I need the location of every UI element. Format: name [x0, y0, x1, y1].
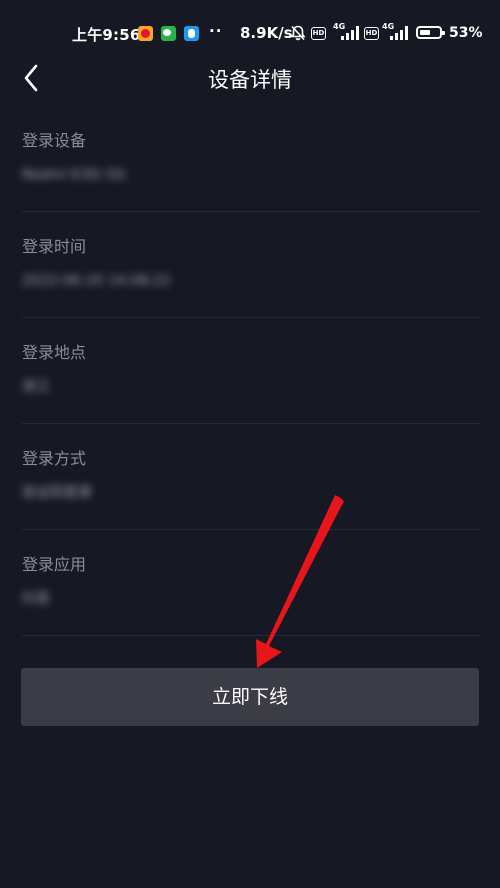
login-location-row: 登录地点 浙江	[22, 342, 480, 448]
login-method-value: 验证码登录	[22, 485, 92, 501]
divider	[22, 211, 480, 212]
divider	[22, 423, 480, 424]
battery-percent: 53%	[449, 25, 483, 41]
hd-voice-icon: HD	[311, 27, 326, 40]
login-location-value: 浙江	[22, 379, 50, 395]
divider	[22, 635, 480, 636]
signal-strength-icon	[390, 26, 408, 40]
login-app-value: 抖音	[22, 591, 50, 607]
login-time-row: 登录时间 2022-06-20 14:08:22	[22, 236, 480, 342]
divider	[22, 529, 480, 530]
login-app-label: 登录应用	[22, 555, 87, 574]
battery-icon	[416, 26, 445, 39]
qq-notification-icon	[184, 26, 199, 41]
page-title: 设备详情	[208, 68, 292, 92]
weibo-notification-icon	[138, 26, 153, 41]
login-device-row: 登录设备 Redmi K30i 5G	[22, 130, 480, 236]
login-location-label: 登录地点	[22, 343, 87, 362]
login-device-label: 登录设备	[22, 131, 87, 150]
network-speed: 8.9K/s	[240, 24, 293, 42]
hd-voice-icon: HD	[364, 27, 379, 40]
login-app-row: 登录应用 抖音	[22, 554, 480, 660]
logout-device-button[interactable]: 立即下线	[21, 668, 479, 726]
login-time-value: 2022-06-20 14:08:22	[22, 273, 171, 289]
login-method-row: 登录方式 验证码登录	[22, 448, 480, 554]
status-time: 上午9:56	[72, 26, 141, 44]
divider	[22, 317, 480, 318]
more-notifications-icon: ··	[209, 22, 223, 40]
signal-strength-icon	[341, 26, 359, 40]
login-method-label: 登录方式	[22, 449, 87, 468]
nav-bar: 设备详情	[0, 56, 500, 102]
wechat-notification-icon	[161, 26, 176, 41]
login-device-value: Redmi K30i 5G	[22, 167, 126, 183]
bell-muted-icon	[290, 25, 306, 41]
battery-level-fill	[420, 30, 430, 35]
login-time-label: 登录时间	[22, 237, 87, 256]
